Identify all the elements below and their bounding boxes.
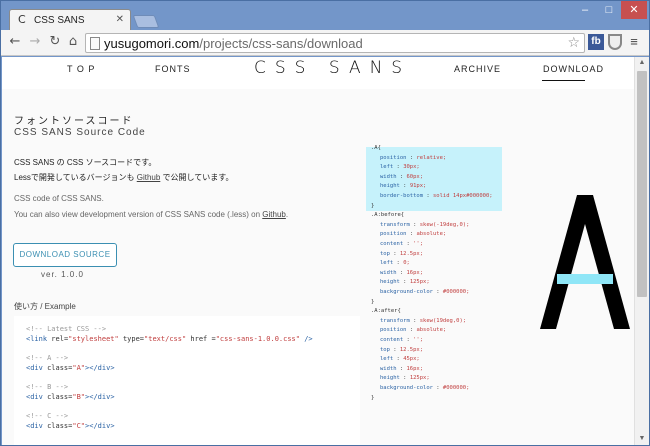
intro-en-line-1: CSS code of CSS SANS. xyxy=(14,194,104,203)
css-sans-letter-a xyxy=(540,195,630,329)
version-label: ver. 1.0.0 xyxy=(41,270,84,279)
browser-tab[interactable]: C CSS SANS ✕ xyxy=(9,9,131,31)
new-tab-button[interactable] xyxy=(132,15,160,28)
tab-strip: C CSS SANS ✕ – □ ✕ xyxy=(1,1,649,31)
css-code-line: left : 30px; xyxy=(380,164,420,171)
css-code-line: width : 60px; xyxy=(380,173,424,180)
facebook-extension-icon[interactable]: fb xyxy=(588,34,604,50)
nav-active-indicator xyxy=(542,80,585,81)
code-line: <link rel="stylesheet" type="text/css" h… xyxy=(26,335,313,343)
intro-en-line-2: You can also view development version of… xyxy=(14,210,289,219)
nav-top[interactable]: T O P xyxy=(67,64,95,74)
example-code-block: <!-- Latest CSS --> <link rel="styleshee… xyxy=(14,316,360,445)
example-label: 使い方 / Example xyxy=(14,302,76,311)
browser-toolbar: ← → ↻ ⌂ yusugomori.com/projects/css-sans… xyxy=(1,30,649,56)
address-bar[interactable]: yusugomori.com/projects/css-sans/downloa… xyxy=(85,33,585,53)
page-title-jp: フォントソースコード xyxy=(14,116,134,127)
download-source-button[interactable]: DOWNLOAD SOURCE xyxy=(13,243,117,267)
tab-title: CSS SANS xyxy=(34,15,85,26)
menu-icon[interactable]: ≡ xyxy=(627,34,641,50)
css-code-line: border-bottom : solid 14px#000000; xyxy=(380,193,493,199)
page-icon xyxy=(90,37,100,50)
page-title-en: CSS SANS Source Code xyxy=(14,127,146,138)
page-viewport: T O P FONTS CSS SANS ARCHIVE DOWNLOAD フォ… xyxy=(2,57,634,445)
scroll-up-icon[interactable]: ▲ xyxy=(635,57,649,69)
letter-a-right-stroke xyxy=(577,195,630,329)
site-nav: T O P FONTS CSS SANS ARCHIVE DOWNLOAD xyxy=(2,57,634,89)
intro-jp-line-2: Lessで開発しているバージョンも Github で公開しています。 xyxy=(14,173,234,182)
css-code-line: top : 12.5px; xyxy=(380,250,424,257)
css-code-line: content : ''; xyxy=(380,337,424,343)
shield-extension-icon[interactable] xyxy=(608,34,622,50)
css-code-line: .A{ xyxy=(371,145,381,151)
nav-fonts[interactable]: FONTS xyxy=(155,64,191,74)
css-code-line: height : 125px; xyxy=(380,375,430,382)
css-code-line: background-color : #000000; xyxy=(380,289,470,295)
css-code-line: position : absolute; xyxy=(380,231,447,238)
forward-arrow-icon[interactable]: → xyxy=(27,34,43,50)
bookmark-star-icon[interactable]: ☆ xyxy=(567,35,580,51)
scroll-thumb[interactable] xyxy=(637,71,647,297)
github-link-en[interactable]: Github xyxy=(262,210,286,219)
css-code-line: content : ''; xyxy=(380,241,424,247)
nav-download[interactable]: DOWNLOAD xyxy=(543,64,604,74)
site-logo[interactable]: CSS SANS xyxy=(254,58,411,78)
css-code-line: } xyxy=(371,394,375,401)
close-window-button[interactable]: ✕ xyxy=(621,1,647,19)
css-code-line: position : relative; xyxy=(380,154,447,161)
nav-archive[interactable]: ARCHIVE xyxy=(454,64,501,74)
page-scrollbar[interactable]: ▲ ▼ xyxy=(634,57,649,445)
css-code-line: height : 125px; xyxy=(380,279,430,286)
css-code-line: .A:after{ xyxy=(371,308,401,315)
css-code-line: top : 12.5px; xyxy=(380,346,424,353)
code-line: <!-- C --> xyxy=(26,412,69,420)
css-code-line: } xyxy=(371,298,375,305)
code-line: <!-- B --> xyxy=(26,383,69,391)
maximize-button[interactable]: □ xyxy=(597,1,621,19)
css-code-line: .A:before{ xyxy=(371,212,405,219)
browser-window: C CSS SANS ✕ – □ ✕ ← → ↻ ⌂ yusugomori.co… xyxy=(0,0,650,446)
site-favicon-icon: C xyxy=(18,13,26,26)
css-code-line: width : 16px; xyxy=(380,365,424,372)
css-code-line: height : 91px; xyxy=(380,183,427,190)
address-url[interactable]: yusugomori.com/projects/css-sans/downloa… xyxy=(104,36,363,51)
code-line: <div class="B"></div> xyxy=(26,393,115,401)
code-line: <div class="C"></div> xyxy=(26,422,115,430)
code-line: <!-- A --> xyxy=(26,354,69,362)
github-link-jp[interactable]: Github xyxy=(137,173,161,182)
code-line: <div class="A"></div> xyxy=(26,364,115,372)
css-code-line: width : 16px; xyxy=(380,269,424,276)
css-code-line: left : 0; xyxy=(380,260,410,267)
home-icon[interactable]: ⌂ xyxy=(65,34,81,50)
css-code-line: position : absolute; xyxy=(380,327,447,334)
css-code-line: background-color : #000000; xyxy=(380,385,470,391)
css-code-line: left : 45px; xyxy=(380,356,420,363)
css-code-line: } xyxy=(371,202,375,209)
back-arrow-icon[interactable]: ← xyxy=(7,34,23,50)
intro-jp-line-1: CSS SANS の CSS ソースコードです。 xyxy=(14,158,157,167)
minimize-button[interactable]: – xyxy=(573,1,597,19)
scroll-down-icon[interactable]: ▼ xyxy=(635,433,649,445)
tab-close-icon[interactable]: ✕ xyxy=(116,14,124,25)
reload-icon[interactable]: ↻ xyxy=(47,34,63,50)
code-line: <!-- Latest CSS --> xyxy=(26,325,107,333)
css-code-line: transform : skew(19deg,0); xyxy=(380,317,467,324)
css-code-line: transform : skew(-19deg,0); xyxy=(380,221,470,228)
letter-a-crossbar xyxy=(557,274,613,284)
